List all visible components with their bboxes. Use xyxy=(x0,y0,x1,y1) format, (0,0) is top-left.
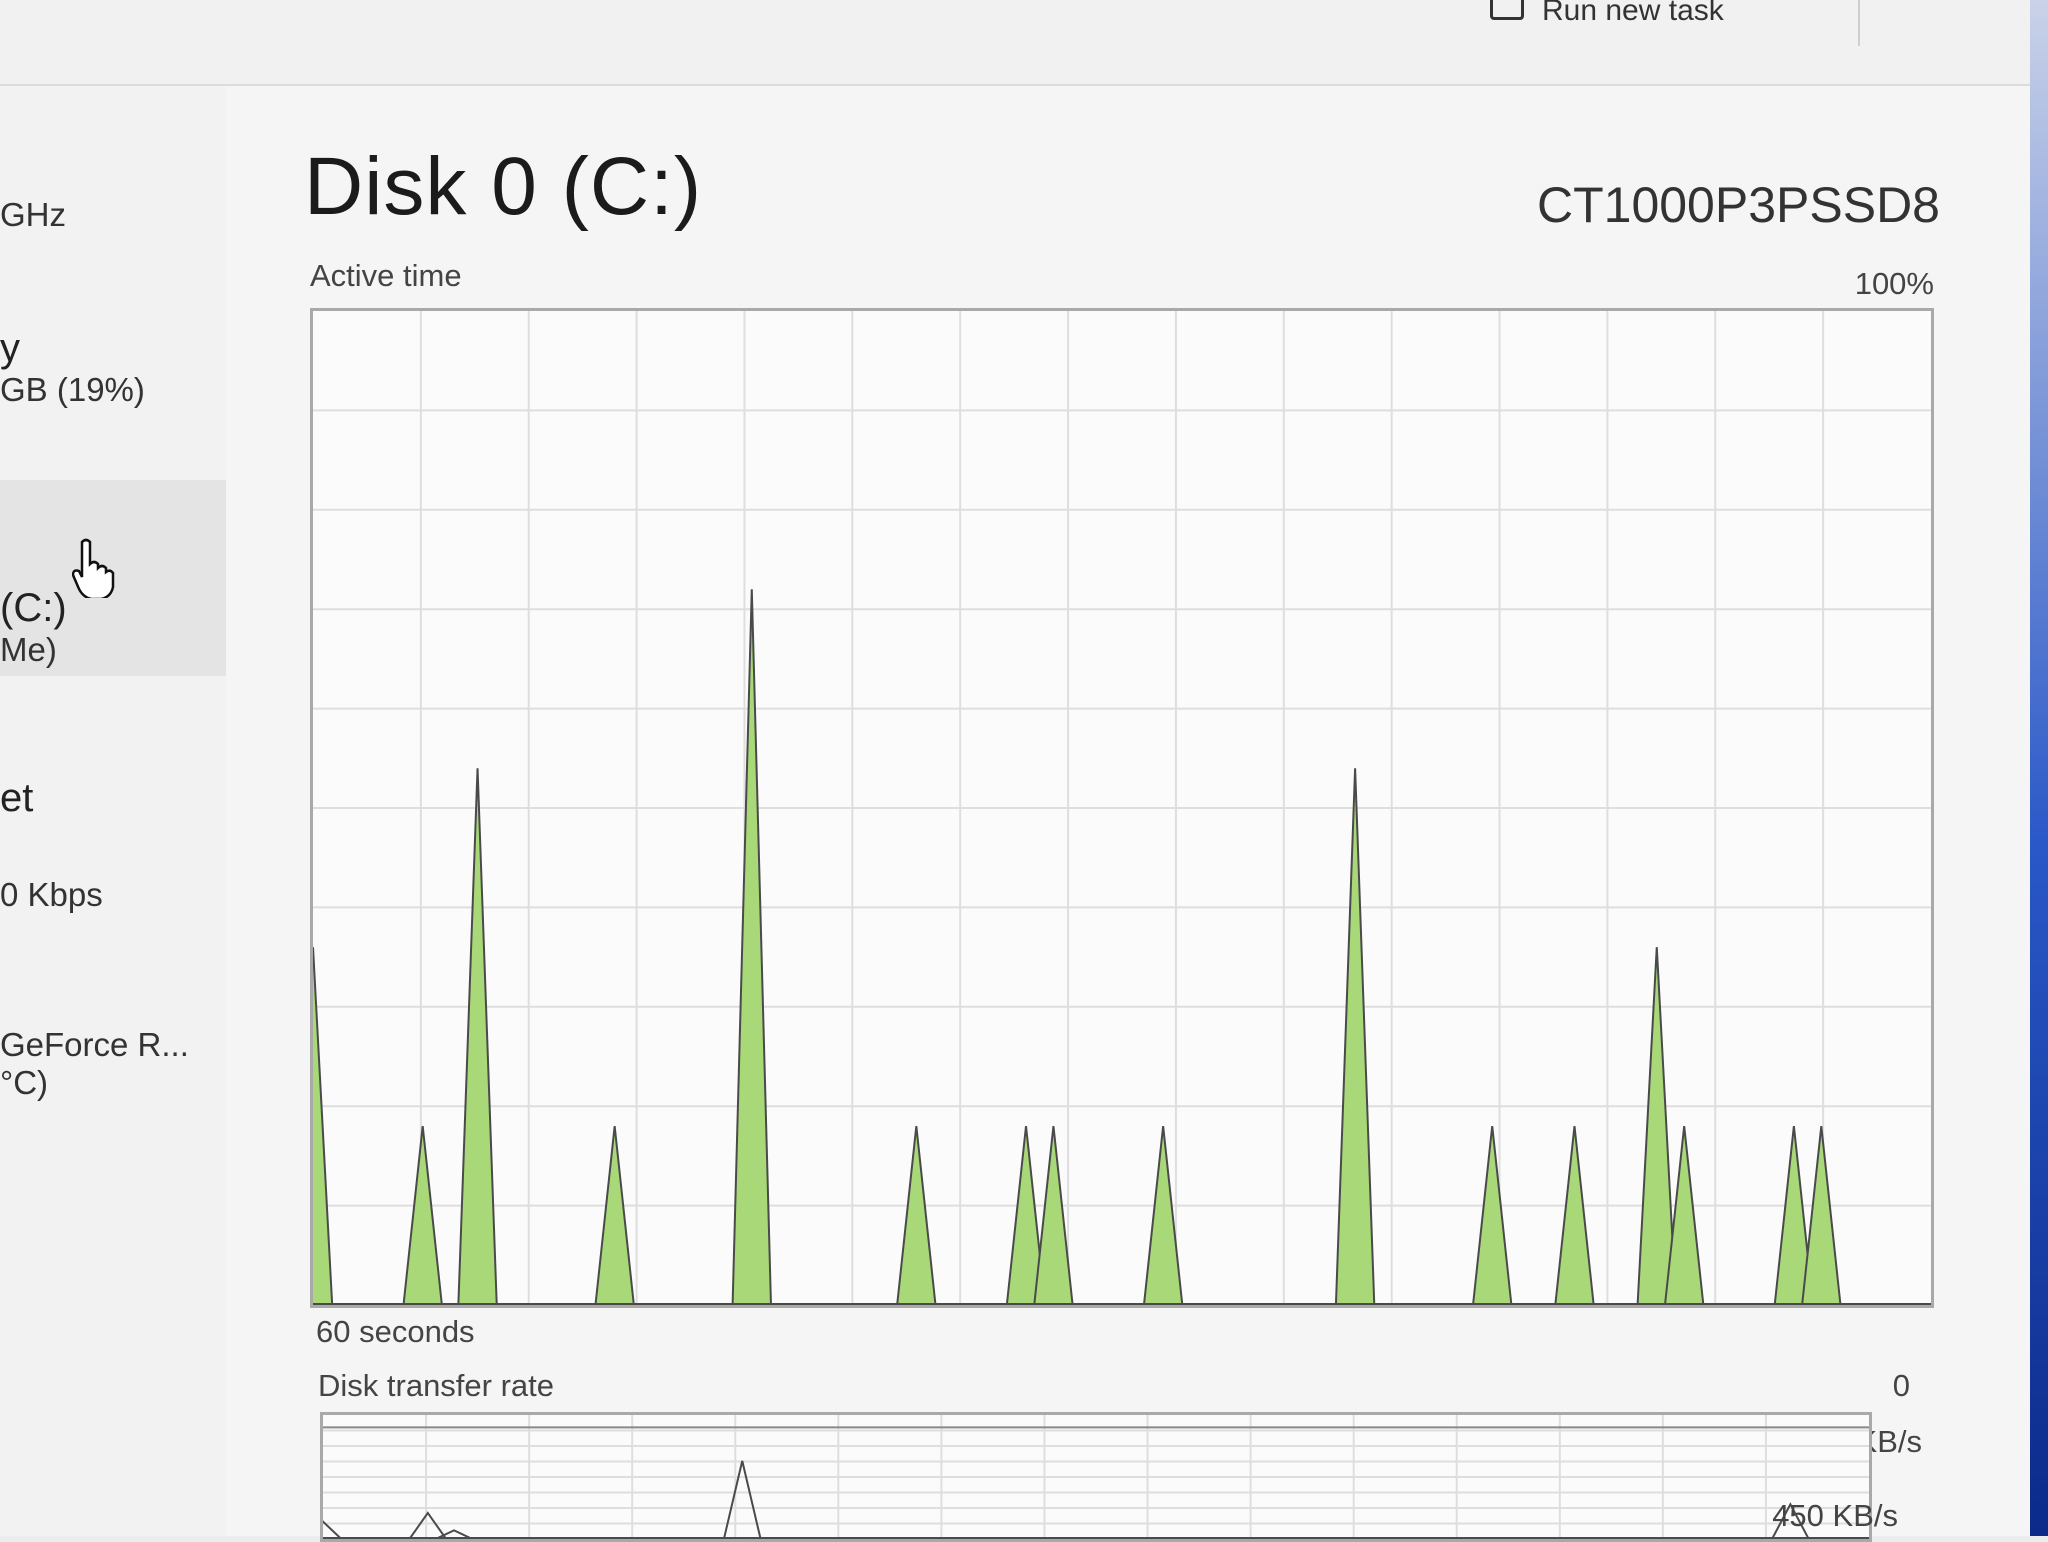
activity-spike xyxy=(313,947,334,1305)
activity-spike xyxy=(1334,768,1376,1305)
sidebar-item-memory[interactable]: y GB (19%) xyxy=(0,326,226,409)
gpu-title: GeForce R... xyxy=(0,1026,189,1063)
activity-spike xyxy=(1554,1125,1595,1305)
cpu-speed-text: GHz xyxy=(0,196,66,233)
hand-cursor-icon xyxy=(72,538,115,598)
page-title: Disk 0 (C:) xyxy=(304,141,703,232)
active-time-chart-svg xyxy=(313,311,1931,1305)
activity-spike xyxy=(896,1125,937,1305)
activity-spike xyxy=(594,1125,635,1305)
transfer-rate-chart xyxy=(320,1412,1872,1542)
ethernet-title: et xyxy=(0,776,34,820)
activity-spike xyxy=(1472,1125,1513,1305)
activity-spike xyxy=(1801,1125,1842,1305)
memory-usage-text: GB (19%) xyxy=(0,371,145,408)
transfer-rate-mark-label: 450 KB/s xyxy=(1772,1498,1898,1533)
run-new-task-button[interactable]: Run new task xyxy=(1490,0,1724,22)
gpu-temp: °C) xyxy=(0,1064,49,1101)
sidebar-item-ethernet[interactable]: et xyxy=(0,776,226,821)
ethernet-speed-text: 0 Kbps xyxy=(0,876,103,913)
sidebar-item-cpu[interactable]: GHz xyxy=(0,196,226,234)
transfer-rate-label: Disk transfer rate xyxy=(318,1368,555,1403)
task-manager-window: Run new task GHz y GB (19%) (C:) Me) et … xyxy=(0,0,2030,1542)
active-time-label: Active time xyxy=(310,258,462,293)
performance-sidebar: GHz y GB (19%) (C:) Me) et 0 Kbps GeForc… xyxy=(0,86,226,1536)
active-time-chart xyxy=(310,308,1934,1308)
disk-detail-pane: Disk 0 (C:) CT1000P3PSSD8 Active time 10… xyxy=(236,86,2006,1542)
run-new-task-label: Run new task xyxy=(1542,0,1724,22)
memory-title: y xyxy=(0,326,20,370)
command-bar: Run new task xyxy=(0,0,2030,86)
sidebar-item-gpu[interactable]: GeForce R... °C) xyxy=(0,1026,226,1102)
time-span-label: 60 seconds xyxy=(316,1314,475,1349)
transfer-rate-chart-svg xyxy=(323,1415,1869,1539)
toolbar-divider xyxy=(1858,0,1860,46)
disk-c-type: Me) xyxy=(0,631,57,668)
disk-model-label: CT1000P3PSSD8 xyxy=(1536,177,1940,233)
transfer-spike xyxy=(722,1460,762,1539)
activity-spike xyxy=(731,589,772,1305)
activity-spike xyxy=(457,768,498,1305)
active-time-max-label: 100% xyxy=(1854,266,1934,301)
activity-spike xyxy=(402,1125,443,1305)
run-task-icon xyxy=(1490,0,1524,20)
transfer-spike xyxy=(408,1511,448,1539)
activity-spike xyxy=(1033,1125,1074,1305)
desktop-wallpaper-edge xyxy=(2030,0,2048,1536)
active-time-min-label: 0 xyxy=(1892,1368,1910,1403)
sidebar-item-ethernet-speed: 0 Kbps xyxy=(0,876,226,914)
sidebar-item-disk-c-label: (C:) Me) xyxy=(0,586,226,669)
